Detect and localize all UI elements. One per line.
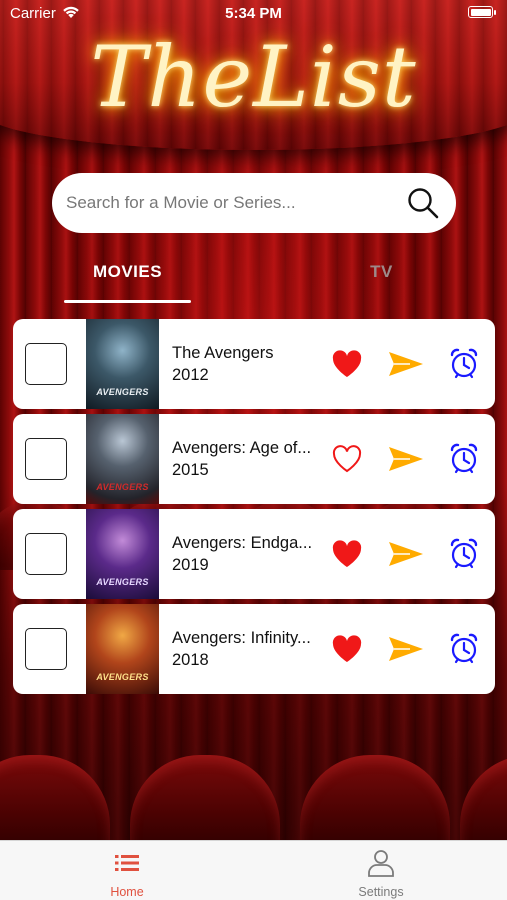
movie-checkbox[interactable] [25,533,67,575]
movie-title: Avengers: Endga... [172,534,313,552]
send-icon[interactable] [388,539,424,569]
status-bar: Carrier 5:34 PM [0,0,507,26]
heart-outline-icon[interactable] [331,444,363,474]
poster-title: AVENGERS [96,387,149,397]
movie-poster: AVENGERS [86,319,159,409]
movie-title: Avengers: Age of... [172,439,312,457]
movie-poster: AVENGERS [86,604,159,694]
alarm-clock-icon[interactable] [449,442,479,474]
movie-row[interactable]: AVENGERS Avengers: Infinity... 2018 [13,604,495,694]
send-icon[interactable] [388,634,424,664]
bottom-tab-bar: Home Settings [0,840,507,900]
movie-checkbox[interactable] [25,343,67,385]
tabbar-home[interactable]: Home [62,841,192,900]
movie-year: 2015 [172,461,209,479]
poster-title: AVENGERS [96,577,149,587]
tab-tv[interactable]: TV [318,262,445,302]
poster-title: AVENGERS [96,482,149,492]
heart-icon[interactable] [331,634,363,664]
movie-year: 2018 [172,651,209,669]
search-bar [52,173,456,233]
movie-row[interactable]: AVENGERS The Avengers 2012 [13,319,495,409]
send-icon[interactable] [388,444,424,474]
alarm-clock-icon[interactable] [449,347,479,379]
person-icon [368,850,394,877]
heart-icon[interactable] [331,349,363,379]
battery-icon [468,6,496,18]
tabbar-settings-label: Settings [358,885,404,899]
app-logo: TheList [90,28,417,126]
movie-checkbox[interactable] [25,438,67,480]
alarm-clock-icon[interactable] [449,537,479,569]
tab-active-indicator [64,300,191,303]
movie-title: The Avengers [172,344,274,362]
tabbar-settings[interactable]: Settings [316,841,446,900]
app-screen: Carrier 5:34 PM TheList MOVIES TV AVENGE… [0,0,507,900]
movie-poster: AVENGERS [86,414,159,504]
movie-checkbox[interactable] [25,628,67,670]
movie-row[interactable]: AVENGERS Avengers: Endga... 2019 [13,509,495,599]
search-input[interactable] [66,173,396,233]
poster-title: AVENGERS [96,672,149,682]
movie-row[interactable]: AVENGERS Avengers: Age of... 2015 [13,414,495,504]
movie-title: Avengers: Infinity... [172,629,311,647]
alarm-clock-icon[interactable] [449,632,479,664]
list-icon [115,855,139,871]
movie-year: 2012 [172,366,209,384]
heart-icon[interactable] [331,539,363,569]
search-icon[interactable] [406,186,440,220]
tabbar-home-label: Home [110,885,144,899]
movie-year: 2019 [172,556,209,574]
movie-poster: AVENGERS [86,509,159,599]
send-icon[interactable] [388,349,424,379]
clock-time: 5:34 PM [225,5,282,22]
tab-movies[interactable]: MOVIES [64,262,191,302]
